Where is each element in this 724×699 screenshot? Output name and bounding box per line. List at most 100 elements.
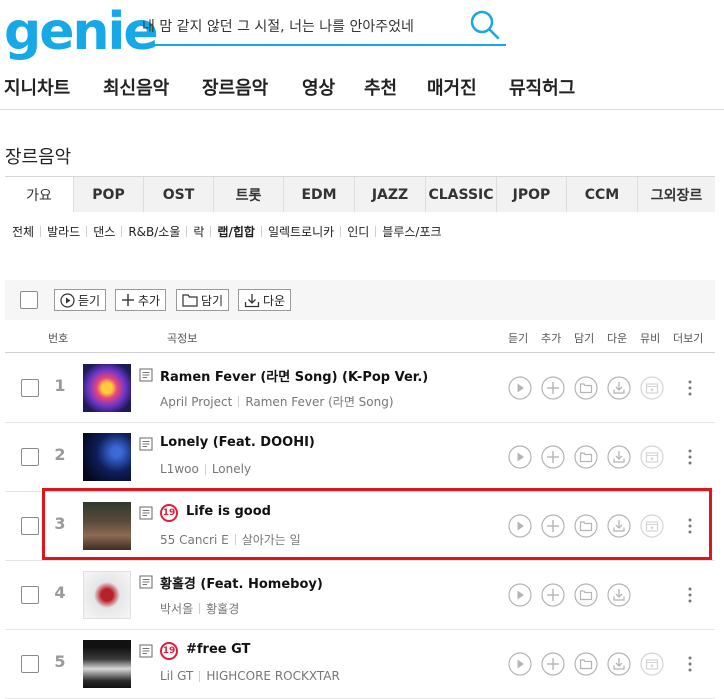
subgenre-electronica[interactable]: 일렉트로니카 bbox=[268, 223, 334, 240]
folder-icon[interactable] bbox=[574, 583, 598, 607]
album-name[interactable]: Ramen Fever (라면 Song) bbox=[245, 393, 393, 410]
artist-name[interactable]: L1woo bbox=[160, 462, 199, 476]
subgenre-rock[interactable]: 락 bbox=[193, 223, 204, 240]
track-table-header: 번호 곡정보 듣기 추가 담기 다운 뮤비 더보기 bbox=[5, 321, 715, 353]
search-input[interactable] bbox=[142, 13, 462, 39]
nav-genre-music[interactable]: 장르음악 bbox=[202, 74, 268, 100]
music-video-icon[interactable] bbox=[640, 652, 664, 676]
download-icon[interactable] bbox=[607, 445, 631, 469]
subgenre-rnb[interactable]: R&B/소울 bbox=[128, 223, 180, 240]
subgenre-all[interactable]: 전체 bbox=[12, 223, 34, 240]
rank-number: 2 bbox=[54, 445, 66, 464]
subgenre-blues-folk[interactable]: 블루스/포크 bbox=[382, 223, 441, 240]
artist-name[interactable]: April Project bbox=[160, 395, 232, 409]
tab-edm[interactable]: EDM bbox=[283, 177, 354, 212]
nav-music-hug[interactable]: 뮤직허그 bbox=[509, 74, 575, 100]
tab-others[interactable]: 그외장르 bbox=[637, 177, 715, 212]
save-button[interactable]: 담기 bbox=[176, 289, 230, 311]
album-cover[interactable] bbox=[83, 640, 131, 688]
page-title: 장르음악 bbox=[5, 147, 72, 168]
add-icon[interactable] bbox=[541, 514, 565, 538]
play-icon[interactable] bbox=[508, 583, 532, 607]
folder-icon[interactable] bbox=[574, 376, 598, 400]
row-checkbox[interactable] bbox=[21, 379, 39, 397]
folder-icon[interactable] bbox=[574, 652, 598, 676]
col-more: 더보기 bbox=[673, 332, 704, 345]
song-title[interactable]: Ramen Fever (라면 Song) (K-Pop Ver.) bbox=[160, 366, 428, 385]
play-icon[interactable] bbox=[508, 652, 532, 676]
row-checkbox[interactable] bbox=[21, 517, 39, 535]
nav-genie-chart[interactable]: 지니차트 bbox=[4, 74, 70, 100]
more-options-icon[interactable] bbox=[685, 516, 695, 536]
song-title[interactable]: #free GT bbox=[186, 642, 250, 657]
subgenre-dance[interactable]: 댄스 bbox=[93, 223, 115, 240]
artist-name[interactable]: Lil GT bbox=[160, 669, 193, 683]
row-checkbox[interactable] bbox=[21, 586, 39, 604]
row-checkbox[interactable] bbox=[21, 655, 39, 673]
subgenre-ballad[interactable]: 발라드 bbox=[47, 223, 80, 240]
album-name[interactable]: Lonely bbox=[212, 462, 251, 476]
album-cover[interactable] bbox=[83, 571, 131, 619]
row-checkbox[interactable] bbox=[21, 448, 39, 466]
nav-video[interactable]: 영상 bbox=[302, 74, 335, 100]
tab-jazz[interactable]: JAZZ bbox=[354, 177, 425, 212]
nav-latest-music[interactable]: 최신음악 bbox=[103, 74, 169, 100]
subgenre-hiphop[interactable]: 랩/힙합 bbox=[217, 223, 255, 240]
add-icon[interactable] bbox=[541, 652, 565, 676]
folder-icon[interactable] bbox=[574, 514, 598, 538]
add-icon[interactable] bbox=[541, 376, 565, 400]
download-icon[interactable] bbox=[607, 583, 631, 607]
song-title[interactable]: 황홀경 (Feat. Homeboy) bbox=[160, 573, 323, 592]
song-title[interactable]: Lonely (Feat. DOOHI) bbox=[160, 435, 315, 450]
add-icon[interactable] bbox=[541, 445, 565, 469]
more-options-icon[interactable] bbox=[685, 585, 695, 605]
download-button[interactable]: 다운 bbox=[238, 289, 292, 311]
tab-trot[interactable]: 트롯 bbox=[213, 177, 283, 212]
download-icon[interactable] bbox=[607, 514, 631, 538]
tab-ccm[interactable]: CCM bbox=[566, 177, 637, 212]
music-video-icon[interactable] bbox=[640, 376, 664, 400]
track-info-icon[interactable] bbox=[139, 506, 153, 520]
more-options-icon[interactable] bbox=[685, 654, 695, 674]
add-icon[interactable] bbox=[541, 583, 565, 607]
tab-pop[interactable]: POP bbox=[73, 177, 143, 212]
album-name[interactable]: HIGHCORE ROCKXTAR bbox=[206, 669, 339, 683]
tab-jpop[interactable]: JPOP bbox=[496, 177, 566, 212]
nav-recommend[interactable]: 추천 bbox=[364, 74, 397, 100]
album-name[interactable]: 황홀경 bbox=[206, 600, 239, 617]
play-icon[interactable] bbox=[508, 514, 532, 538]
download-icon[interactable] bbox=[607, 376, 631, 400]
track-info-icon[interactable] bbox=[139, 575, 153, 589]
tab-kpop[interactable]: 가요 bbox=[5, 177, 73, 213]
tab-classic[interactable]: CLASSIC bbox=[425, 177, 496, 212]
folder-icon[interactable] bbox=[574, 445, 598, 469]
music-video-icon[interactable] bbox=[640, 445, 664, 469]
select-all-checkbox[interactable] bbox=[20, 291, 38, 309]
track-info-icon[interactable] bbox=[139, 437, 153, 451]
album-cover[interactable] bbox=[83, 364, 131, 412]
artist-name[interactable]: 55 Cancri E bbox=[160, 533, 229, 547]
track-info-icon[interactable] bbox=[139, 644, 153, 658]
tab-ost[interactable]: OST bbox=[143, 177, 213, 212]
search-icon[interactable] bbox=[468, 8, 502, 42]
album-name[interactable]: 살아가는 일 bbox=[242, 531, 301, 548]
download-icon[interactable] bbox=[607, 652, 631, 676]
rank-number: 5 bbox=[54, 652, 66, 671]
play-icon[interactable] bbox=[508, 376, 532, 400]
song-title[interactable]: Life is good bbox=[186, 504, 271, 519]
album-cover[interactable] bbox=[83, 433, 131, 481]
listen-button[interactable]: 듣기 bbox=[54, 289, 107, 311]
more-options-icon[interactable] bbox=[685, 378, 695, 398]
genie-logo[interactable]: genie bbox=[4, 2, 159, 62]
album-cover[interactable] bbox=[83, 502, 131, 550]
more-options-icon[interactable] bbox=[685, 447, 695, 467]
music-video-icon[interactable] bbox=[640, 514, 664, 538]
col-mv: 뮤비 bbox=[640, 332, 661, 345]
subgenre-indie[interactable]: 인디 bbox=[347, 223, 369, 240]
artist-name[interactable]: 박서올 bbox=[160, 600, 193, 617]
play-icon[interactable] bbox=[508, 445, 532, 469]
track-info-icon[interactable] bbox=[139, 368, 153, 382]
add-button[interactable]: 추가 bbox=[115, 289, 167, 311]
listen-label: 듣기 bbox=[78, 293, 101, 308]
nav-magazine[interactable]: 매거진 bbox=[427, 74, 477, 100]
